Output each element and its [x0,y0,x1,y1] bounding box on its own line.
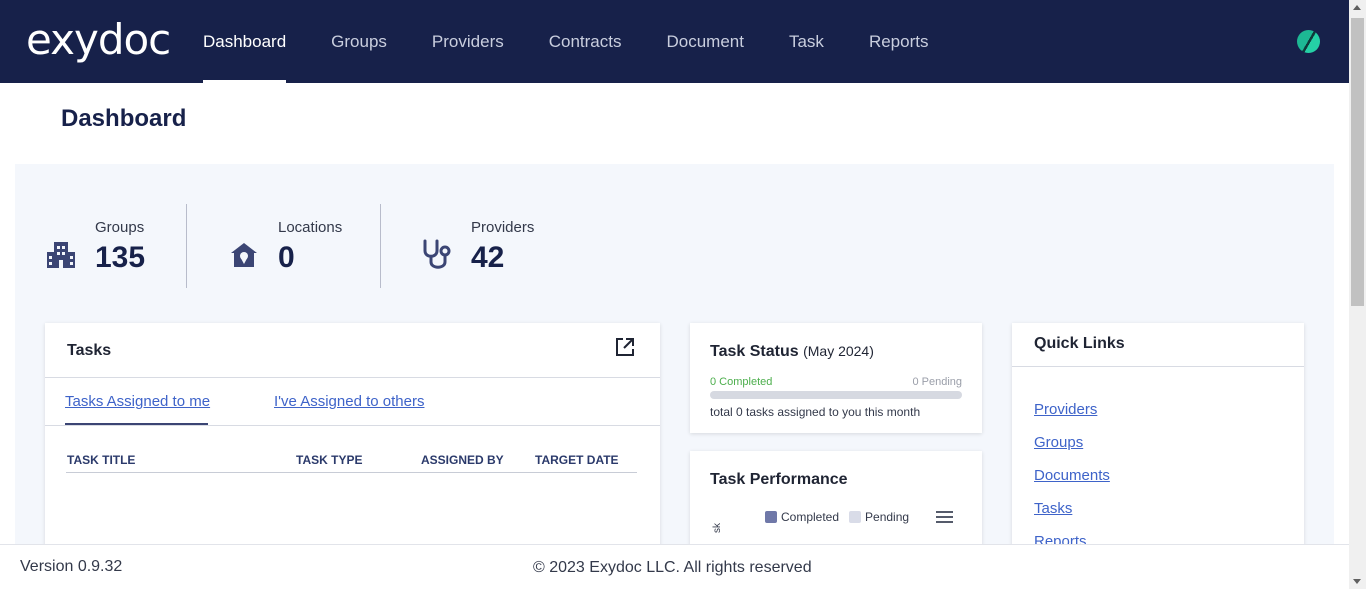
stat-label-providers: Providers [471,219,535,236]
location-home-icon [231,243,257,267]
open-external-icon[interactable] [615,337,635,357]
page-footer: Version 0.9.32 © 2023 Exydoc LLC. All ri… [0,544,1349,589]
main-nav: Dashboard Groups Providers Contracts Doc… [203,0,973,83]
quick-link-documents[interactable]: Documents [1034,467,1110,484]
column-header-task-title[interactable]: TASK TITLE [67,453,135,467]
chart-y-axis-label: sk [712,523,723,533]
scroll-down-arrow-icon[interactable] [1353,579,1361,584]
dashboard-content: Groups 135 Locations 0 Providers 42 Task… [15,164,1334,571]
stat-value-locations: 0 [278,241,295,274]
tasks-card-header: Tasks [45,323,660,378]
tasks-tabs: Tasks Assigned to me I've Assigned to ot… [45,378,660,426]
page-title: Dashboard [61,105,187,132]
legend-swatch-completed [765,511,777,523]
nav-item-contracts[interactable]: Contracts [549,0,622,83]
page-scrollbar[interactable] [1349,0,1366,589]
tab-tasks-assigned-to-me[interactable]: Tasks Assigned to me [65,393,210,410]
copyright-text: © 2023 Exydoc LLC. All rights reserved [533,559,812,576]
quick-link-tasks[interactable]: Tasks [1034,500,1072,517]
legend-item-pending[interactable]: Pending [849,510,909,524]
stethoscope-icon [423,239,451,269]
tasks-title: Tasks [67,342,112,359]
task-performance-title: Task Performance [710,471,848,488]
tasks-card: Tasks Tasks Assigned to me I've Assigned… [45,323,660,563]
active-tab-indicator [65,423,208,425]
quick-links-title: Quick Links [1034,335,1125,352]
task-status-heading: Task Status [710,343,799,360]
nav-item-document[interactable]: Document [666,0,743,83]
column-header-task-type[interactable]: TASK TYPE [296,453,362,467]
quick-links-divider [1012,366,1304,367]
app-version: Version 0.9.32 [20,558,123,575]
stat-value-providers: 42 [471,241,505,274]
nav-item-dashboard[interactable]: Dashboard [203,0,287,83]
tab-assigned-to-others[interactable]: I've Assigned to others [274,393,424,410]
nav-item-task[interactable]: Task [789,0,824,83]
column-header-assigned-by[interactable]: ASSIGNED BY [421,453,504,467]
exydoc-logo[interactable]: exydoc [26,14,171,66]
stat-divider [380,204,381,288]
task-status-progress-bar [710,391,962,399]
quick-link-providers[interactable]: Providers [1034,401,1097,418]
nav-item-reports[interactable]: Reports [869,0,929,83]
completed-count: 0 Completed [710,376,773,388]
tasks-table-header: TASK TITLE TASK TYPE ASSIGNED BY TARGET … [66,453,637,473]
legend-label-pending: Pending [865,510,910,524]
task-status-note: total 0 tasks assigned to you this month [710,405,921,419]
legend-label-completed: Completed [781,510,840,524]
top-navbar: exydoc Dashboard Groups Providers Contra… [0,0,1349,83]
stat-label-locations: Locations [278,219,343,236]
stat-value-groups: 135 [95,241,146,274]
legend-item-completed[interactable]: Completed [765,510,839,524]
chart-legend: Completed Pending [765,510,919,524]
building-icon [47,242,75,268]
scroll-up-arrow-icon[interactable] [1353,5,1361,10]
nav-item-providers[interactable]: Providers [432,0,504,83]
stat-label-groups: Groups [95,219,145,236]
user-avatar[interactable] [1297,30,1320,53]
chart-menu-icon[interactable] [936,511,953,523]
column-header-target-date[interactable]: TARGET DATE [535,453,619,467]
quick-link-groups[interactable]: Groups [1034,434,1083,451]
stat-divider [186,204,187,288]
scroll-thumb[interactable] [1351,18,1364,306]
pending-count: 0 Pending [912,376,962,388]
task-status-title: Task Status (May 2024) [710,343,874,361]
nav-item-groups[interactable]: Groups [331,0,387,83]
task-status-card: Task Status (May 2024) 0 Completed 0 Pen… [690,323,982,433]
legend-swatch-pending [849,511,862,523]
task-status-period: (May 2024) [803,343,874,359]
quick-links-card: Quick Links Providers Groups Documents T… [1012,323,1304,563]
